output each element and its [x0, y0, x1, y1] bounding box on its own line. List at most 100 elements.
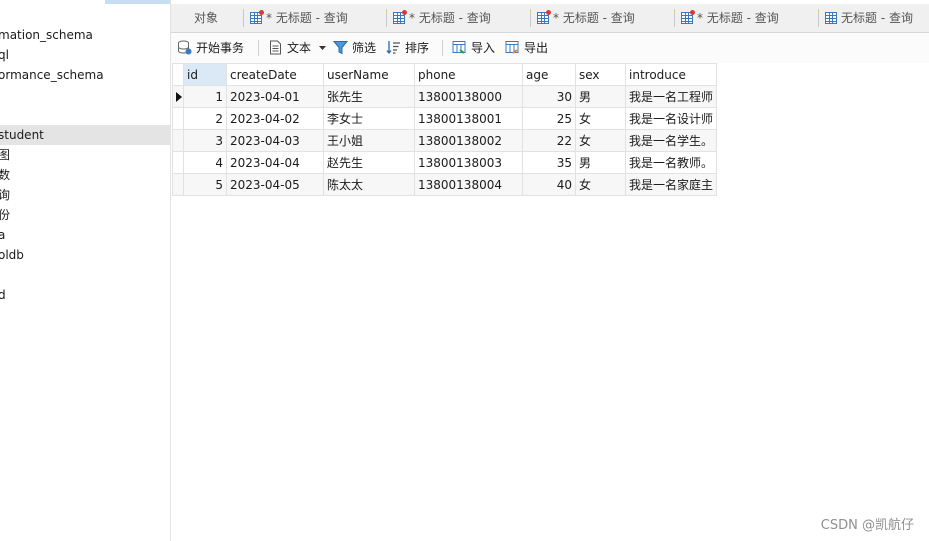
- cell-username[interactable]: 李女士: [323, 107, 415, 130]
- tree-item-oldb[interactable]: oldb: [0, 245, 170, 265]
- table-row[interactable]: 3 2023-04-03 王小姐 13800138002 22 女 我是一名学生…: [172, 129, 718, 152]
- tree-item-label: ormance_schema: [0, 68, 104, 82]
- data-toolbar: 开始事务 文本 筛选 排序 导入 导出: [171, 33, 929, 63]
- tree-item-student-table[interactable]: student: [0, 125, 170, 145]
- filter-label: 筛选: [352, 41, 377, 55]
- row-indicator-header: [172, 63, 184, 86]
- cell-createdate[interactable]: 2023-04-05: [226, 173, 324, 196]
- tree-item-performance-schema[interactable]: ormance_schema: [0, 65, 170, 85]
- cell-username[interactable]: 陈太太: [323, 173, 415, 196]
- cell-id[interactable]: 3: [183, 129, 227, 152]
- table-row[interactable]: 5 2023-04-05 陈太太 13800138004 40 女 我是一名家庭…: [172, 173, 718, 196]
- tab-separator: [818, 9, 819, 27]
- tab-separator: [243, 9, 244, 27]
- cell-introduce[interactable]: 我是一名家庭主: [624, 173, 718, 196]
- object-tree-sidebar: mation_schema ql ormance_schema student …: [0, 0, 171, 541]
- tree-item-backups[interactable]: 份: [0, 205, 170, 225]
- csdn-watermark: CSDN @凯航仔: [820, 518, 914, 533]
- tab-label: 对象: [194, 11, 219, 25]
- toolbar-separator: [258, 40, 259, 56]
- cell-createdate[interactable]: 2023-04-04: [226, 151, 324, 174]
- column-header-createdate[interactable]: createDate: [226, 63, 324, 86]
- column-header-username[interactable]: userName: [323, 63, 415, 86]
- query-table-icon: [393, 10, 407, 24]
- tab-separator: [674, 9, 675, 27]
- cell-username[interactable]: 赵先生: [323, 151, 415, 174]
- cell-id[interactable]: 2: [183, 107, 227, 130]
- cell-phone[interactable]: 13800138003: [414, 151, 523, 174]
- row-indicator[interactable]: [172, 129, 184, 152]
- column-header-id[interactable]: id: [183, 63, 227, 86]
- tree-item-label: student: [0, 128, 44, 142]
- tab-separator: [530, 9, 531, 27]
- tree-item-queries[interactable]: 询: [0, 185, 170, 205]
- cell-phone[interactable]: 13800138002: [414, 129, 523, 152]
- cell-age[interactable]: 40: [522, 173, 576, 196]
- tab-bar: 对象 * 无标题 - 查询 * 无标题 - 查询 * 无标题 - 查询 * 无标…: [171, 4, 929, 33]
- row-indicator[interactable]: [172, 173, 184, 196]
- cell-sex[interactable]: 男: [575, 85, 626, 108]
- tab-label: * 无标题 - 查询: [697, 11, 779, 25]
- cell-introduce[interactable]: 我是一名工程师: [624, 85, 718, 108]
- cell-id[interactable]: 1: [183, 85, 227, 108]
- cell-phone[interactable]: 13800138004: [414, 173, 523, 196]
- tree-item-label: mation_schema: [0, 28, 93, 42]
- table-row[interactable]: 1 2023-04-01 张先生 13800138000 30 男 我是一名工程…: [172, 85, 718, 108]
- tree-item-label: oldb: [0, 248, 24, 262]
- cell-phone[interactable]: 13800138001: [414, 107, 523, 130]
- tree-item-d[interactable]: d: [0, 285, 170, 305]
- cell-age[interactable]: 35: [522, 151, 576, 174]
- chevron-down-icon: [319, 46, 326, 50]
- tab-objects[interactable]: 对象: [171, 4, 243, 32]
- row-indicator[interactable]: [172, 85, 184, 108]
- cell-sex[interactable]: 女: [575, 107, 626, 130]
- row-indicator[interactable]: [172, 151, 184, 174]
- tab-separator: [386, 9, 387, 27]
- document-icon: [270, 40, 281, 55]
- tab-label: * 无标题 - 查询: [266, 11, 348, 25]
- cell-sex[interactable]: 女: [575, 129, 626, 152]
- tree-item-information-schema[interactable]: mation_schema: [0, 25, 170, 45]
- tree-item-label: 询: [0, 185, 10, 205]
- table-row[interactable]: 4 2023-04-04 赵先生 13800138003 35 男 我是一名教师…: [172, 151, 718, 174]
- cell-createdate[interactable]: 2023-04-02: [226, 107, 324, 130]
- cell-id[interactable]: 5: [183, 173, 227, 196]
- cell-age[interactable]: 25: [522, 107, 576, 130]
- column-header-sex[interactable]: sex: [575, 63, 626, 86]
- tab-query-5[interactable]: 无标题 - 查询: [818, 4, 929, 32]
- sort-label: 排序: [405, 41, 430, 55]
- cell-id[interactable]: 4: [183, 151, 227, 174]
- tab-query-2[interactable]: * 无标题 - 查询: [386, 4, 529, 32]
- cell-age[interactable]: 22: [522, 129, 576, 152]
- tree-item-label: ql: [0, 48, 9, 62]
- table-row[interactable]: 2 2023-04-02 李女士 13800138001 25 女 我是一名设计…: [172, 107, 718, 130]
- database-icon: [178, 40, 192, 55]
- column-header-age[interactable]: age: [522, 63, 576, 86]
- tree-item-label: 图: [0, 145, 10, 165]
- tree-item-functions[interactable]: 数: [0, 165, 170, 185]
- cell-createdate[interactable]: 2023-04-03: [226, 129, 324, 152]
- tree-item-a[interactable]: a: [0, 225, 170, 245]
- cell-age[interactable]: 30: [522, 85, 576, 108]
- cell-phone[interactable]: 13800138000: [414, 85, 523, 108]
- text-view-dropdown[interactable]: [317, 38, 327, 58]
- grid-header-row: id createDate userName phone age sex int…: [172, 63, 718, 86]
- row-indicator[interactable]: [172, 107, 184, 130]
- column-header-introduce[interactable]: introduce: [624, 63, 718, 86]
- cell-introduce[interactable]: 我是一名设计师: [624, 107, 718, 130]
- cell-username[interactable]: 张先生: [323, 85, 415, 108]
- column-header-phone[interactable]: phone: [414, 63, 523, 86]
- cell-createdate[interactable]: 2023-04-01: [226, 85, 324, 108]
- tree-item-mysql[interactable]: ql: [0, 45, 170, 65]
- cell-introduce[interactable]: 我是一名教师。: [624, 151, 718, 174]
- data-grid: id createDate userName phone age sex int…: [172, 63, 718, 196]
- cell-introduce[interactable]: 我是一名学生。: [624, 129, 718, 152]
- tab-query-4[interactable]: * 无标题 - 查询: [674, 4, 817, 32]
- tree-item-views[interactable]: 图: [0, 145, 170, 165]
- cell-sex[interactable]: 女: [575, 173, 626, 196]
- tab-query-3[interactable]: * 无标题 - 查询: [530, 4, 673, 32]
- tab-query-1[interactable]: * 无标题 - 查询: [243, 4, 386, 32]
- cell-sex[interactable]: 男: [575, 151, 626, 174]
- cell-username[interactable]: 王小姐: [323, 129, 415, 152]
- text-view-label: 文本: [287, 41, 312, 55]
